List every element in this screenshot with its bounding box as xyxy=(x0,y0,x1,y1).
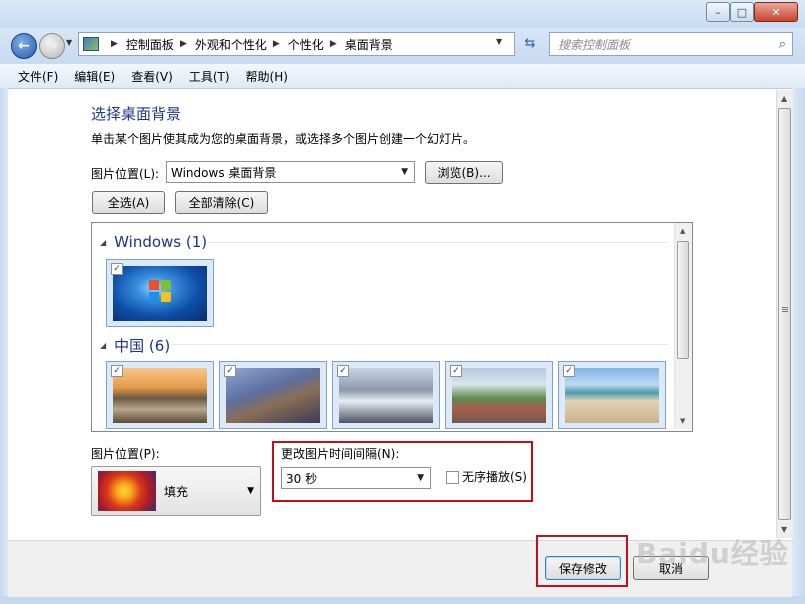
wallpaper-checkbox[interactable]: ✓ xyxy=(563,365,575,377)
window-right-border xyxy=(792,88,805,604)
chevron-down-icon: ▼ xyxy=(401,167,408,177)
search-box[interactable]: 搜索控制面板 ⌕ xyxy=(549,32,793,56)
page-title: 选择桌面背景 xyxy=(91,105,182,123)
window-scrollbar[interactable]: ▲ ▼ xyxy=(776,90,793,538)
interval-label: 更改图片时间间隔(N): xyxy=(281,447,400,461)
title-bar xyxy=(0,0,805,28)
wallpaper-thumb-china-1[interactable]: ✓ xyxy=(106,361,214,429)
flower-preview-image xyxy=(98,471,156,511)
picture-list-scrollbar[interactable]: ▲ ▼ xyxy=(674,223,692,429)
search-input[interactable]: 搜索控制面板 xyxy=(558,36,630,53)
forward-button[interactable]: → xyxy=(39,33,65,59)
watermark: Baidu经验 xyxy=(636,537,789,570)
wallpaper-thumb-china-4[interactable]: ✓ xyxy=(445,361,553,429)
chevron-down-icon: ▼ xyxy=(417,473,424,483)
location-dropdown[interactable]: Windows 桌面背景 ▼ xyxy=(166,161,415,183)
interval-dropdown[interactable]: 30 秒 ▼ xyxy=(281,467,431,489)
position-value: 填充 xyxy=(164,484,189,499)
maximize-icon: □ xyxy=(736,5,748,19)
beach-image xyxy=(565,368,659,423)
browse-button[interactable]: 浏览(B)... xyxy=(425,161,503,184)
collapse-triangle-icon: ◢ xyxy=(100,341,107,350)
picture-list[interactable]: ◢ Windows (1) ✓ ◢ 中国 (6) ✓ ✓ ✓ ✓ ✓ ▲ ▼ xyxy=(91,222,693,432)
address-dropdown-icon[interactable]: ▼ xyxy=(496,37,502,46)
breadcrumb-separator-root[interactable]: ▶ xyxy=(105,39,126,49)
breadcrumb-personalization[interactable]: 个性化 ▶ xyxy=(288,36,345,53)
minimize-button[interactable]: – xyxy=(706,2,730,22)
wallpaper-checkbox[interactable]: ✓ xyxy=(450,365,462,377)
close-icon: ✕ xyxy=(771,5,781,19)
group-header-windows[interactable]: ◢ Windows (1) xyxy=(100,233,207,251)
window-bottom-border xyxy=(0,596,805,604)
scroll-up-icon[interactable]: ▲ xyxy=(680,227,685,235)
control-panel-icon xyxy=(83,37,99,51)
collapse-triangle-icon: ◢ xyxy=(100,237,107,247)
breadcrumb-control-panel[interactable]: 控制面板 ▶ xyxy=(126,36,195,53)
page-description: 单击某个图片使其成为您的桌面背景，或选择多个图片创建一个幻灯片。 xyxy=(91,132,476,146)
position-dropdown[interactable]: 填充 ▼ xyxy=(91,466,261,516)
menu-edit[interactable]: 编辑(E) xyxy=(66,68,123,85)
clear-all-button[interactable]: 全部清除(C) xyxy=(175,191,268,214)
location-label: 图片位置(L): xyxy=(91,167,160,181)
position-label: 图片位置(P): xyxy=(91,447,160,461)
refresh-button[interactable]: ⇆ xyxy=(517,32,543,54)
snow-mountain-image xyxy=(339,368,433,423)
group-header-china[interactable]: ◢ 中国 (6) xyxy=(100,335,170,356)
back-button[interactable]: ← xyxy=(11,33,37,59)
address-bar[interactable]: ▶ 控制面板 ▶ 外观和个性化 ▶ 个性化 ▶ 桌面背景 xyxy=(78,32,515,56)
menu-view[interactable]: 查看(V) xyxy=(123,68,181,85)
forward-arrow-icon: → xyxy=(46,38,58,54)
chevron-down-icon: ▼ xyxy=(247,486,254,496)
menu-bar: 文件(F) 编辑(E) 查看(V) 工具(T) 帮助(H) xyxy=(0,64,805,89)
karst-river-image xyxy=(113,368,207,423)
search-icon[interactable]: ⌕ xyxy=(779,37,786,52)
minimize-icon: – xyxy=(715,5,721,19)
windows7-wallpaper-image xyxy=(113,266,207,321)
shuffle-label: 无序播放(S) xyxy=(462,470,527,484)
maximize-button[interactable]: □ xyxy=(730,2,754,22)
wallpaper-thumb-china-5[interactable]: ✓ xyxy=(558,361,666,429)
wallpaper-thumb-windows7[interactable]: ✓ xyxy=(106,259,214,327)
window-left-border xyxy=(0,88,8,604)
breadcrumb-appearance[interactable]: 外观和个性化 ▶ xyxy=(195,36,288,53)
scroll-down-icon[interactable]: ▼ xyxy=(680,417,685,425)
shuffle-checkbox[interactable] xyxy=(446,471,459,484)
close-button[interactable]: ✕ xyxy=(754,2,798,22)
select-all-button[interactable]: 全选(A) xyxy=(92,191,165,214)
menu-file[interactable]: 文件(F) xyxy=(0,68,66,85)
scroll-up-icon[interactable]: ▲ xyxy=(781,94,787,103)
picture-list-scroll-thumb[interactable] xyxy=(677,241,689,359)
wallpaper-checkbox[interactable]: ✓ xyxy=(224,365,236,377)
interval-value: 30 秒 xyxy=(286,471,318,486)
history-dropdown-icon[interactable]: ▼ xyxy=(66,38,72,47)
window-scroll-thumb[interactable] xyxy=(778,108,791,520)
breadcrumb-desktop-background[interactable]: 桌面背景 xyxy=(345,36,393,53)
wallpaper-checkbox[interactable]: ✓ xyxy=(111,365,123,377)
menu-tools[interactable]: 工具(T) xyxy=(181,68,238,85)
menu-help[interactable]: 帮助(H) xyxy=(238,68,296,85)
great-wall-image xyxy=(226,368,320,423)
wallpaper-checkbox[interactable]: ✓ xyxy=(337,365,349,377)
terraced-fields-image xyxy=(452,368,546,423)
wallpaper-checkbox[interactable]: ✓ xyxy=(111,263,123,275)
back-arrow-icon: ← xyxy=(18,38,30,54)
save-changes-button[interactable]: 保存修改 xyxy=(545,556,621,580)
location-value: Windows 桌面背景 xyxy=(171,165,277,180)
wallpaper-thumb-china-2[interactable]: ✓ xyxy=(219,361,327,429)
wallpaper-thumb-china-3[interactable]: ✓ xyxy=(332,361,440,429)
refresh-icon: ⇆ xyxy=(524,35,536,51)
